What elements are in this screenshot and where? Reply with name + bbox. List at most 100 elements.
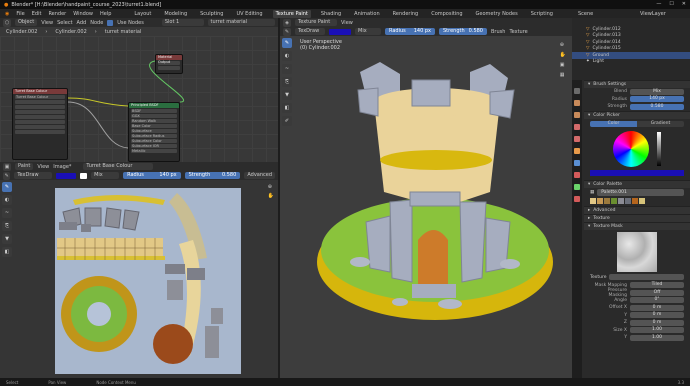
editor-type-icon[interactable]: ▣ [3,162,11,171]
smear-tool-icon[interactable]: ~ [2,208,12,218]
principled-bsdf-node[interactable]: Principled BSDF BSDF GGX Random Walk Bas… [128,102,180,162]
brush-menu[interactable]: Brush [491,29,505,35]
secondary-color-swatch[interactable] [79,172,88,179]
clone-tool-icon[interactable]: ⎘ [282,77,292,87]
bsdf-row[interactable]: Subsurface IOR [131,144,177,148]
color-swatch[interactable] [55,172,76,179]
node-field[interactable] [15,125,65,129]
draw-tool-icon[interactable]: ✎ [282,38,292,48]
strength-field[interactable]: Strength 0.580 [439,28,487,35]
bsdf-row[interactable]: GGX [131,114,177,118]
pan-icon[interactable]: ✋ [560,52,566,58]
close-button[interactable]: ✕ [682,1,686,7]
maximize-button[interactable]: ☐ [669,1,673,7]
brush-dropdown[interactable]: TexDraw [14,172,52,179]
node-field[interactable] [158,66,180,70]
primary-color-bar[interactable] [590,169,684,176]
bsdf-row[interactable]: Metallic [131,149,177,153]
world-tab-icon[interactable] [574,136,580,142]
fill-tool-icon[interactable]: ▼ [282,90,292,100]
minimize-button[interactable]: — [656,1,661,7]
bsdf-row[interactable]: Subsurface [131,129,177,133]
offset-y-field[interactable]: 0 m [630,312,684,319]
menu-add[interactable]: Add [77,20,87,26]
object-tab-icon[interactable] [574,148,580,154]
size-y-field[interactable]: 1.00 [630,334,684,341]
tool-tab-icon[interactable] [574,88,580,94]
blend-dropdown[interactable]: Mix [355,28,381,35]
menu-image[interactable]: Image* [53,164,71,170]
grid-icon[interactable]: ▦ [560,72,566,78]
menu-view[interactable]: View [41,20,53,26]
texture-panel-header[interactable]: ▸ Texture [584,213,690,222]
brush-settings-panel-header[interactable]: ▾ Brush Settings [584,80,690,88]
color-palette-panel-header[interactable]: ▾ Color Palette [584,179,690,188]
texture-paint-mode-dropdown[interactable]: Texture Paint [295,19,337,26]
menu-file[interactable]: File [16,11,24,17]
tab-uv-editing[interactable]: UV Editing [233,10,265,18]
node-field[interactable] [15,115,65,119]
render-tab-icon[interactable] [574,100,580,106]
color-wheel[interactable] [613,130,649,167]
offset-x-field[interactable]: 0 m [630,304,684,311]
tab-texture-paint[interactable]: Texture Paint [272,9,311,18]
image-editor-canvas[interactable]: ✎ ◐ ~ ⎘ ▼ ◧ ⊕ ✋ [0,180,278,378]
palette-swatch[interactable] [625,198,631,204]
menu-node[interactable]: Node [90,20,103,26]
pressure-masking-dropdown[interactable]: Off [630,289,684,296]
palette-name-field[interactable]: Palette.001 [597,189,684,196]
tab-gradient[interactable]: Gradient [637,120,684,127]
mask-tool-icon[interactable]: ◧ [2,247,12,257]
clone-tool-icon[interactable]: ⎘ [2,221,12,231]
slot-dropdown[interactable]: Slot 1 [161,19,204,26]
texture-tab-icon[interactable] [574,196,580,202]
scene-label[interactable]: Scene [578,11,633,17]
mask-tool-icon[interactable]: ◧ [282,103,292,113]
strength-field[interactable]: Strength 0.580 [184,172,241,179]
smear-tool-icon[interactable]: ~ [282,64,292,74]
tab-scripting[interactable]: Scripting [528,10,556,18]
node-image-field[interactable]: Turret Base Colour [15,95,65,99]
tab-rendering[interactable]: Rendering [390,10,422,18]
material-output-node[interactable]: Material Output [155,54,183,74]
view-layer-label[interactable]: ViewLayer [640,11,690,17]
editor-type-icon[interactable]: ⬡ [3,18,11,27]
bsdf-row[interactable]: Base Color [131,124,177,128]
pan-icon[interactable]: ✋ [268,193,274,199]
node-field[interactable] [15,100,65,104]
tab-sculpting[interactable]: Sculpting [197,10,226,18]
zoom-icon[interactable]: ⊕ [560,42,566,48]
blend-dropdown[interactable]: Mix [91,172,120,179]
annotate-tool-icon[interactable]: ✐ [282,116,292,126]
radius-field[interactable]: Radius 140 px [385,28,435,35]
menu-select[interactable]: Select [57,20,72,26]
blender-menu-icon[interactable]: ◉ [5,11,9,17]
tab-modeling[interactable]: Modeling [161,10,190,18]
blend-dropdown[interactable]: Mix [630,88,684,95]
advanced-dropdown[interactable]: Advanced [244,172,276,179]
menu-render[interactable]: Render [48,11,66,17]
use-nodes-checkbox[interactable] [107,19,114,26]
palette-swatch[interactable] [618,198,624,204]
palette-swatch[interactable] [597,198,603,204]
radius-field[interactable]: 140 px [630,96,684,103]
outliner-item[interactable]: ✦ Light [572,59,690,66]
tab-animation[interactable]: Animation [351,10,383,18]
color-swatch[interactable] [329,28,351,35]
node-field[interactable] [15,130,65,134]
camera-icon[interactable]: ▣ [560,62,566,68]
angle-field[interactable]: 0° [630,297,684,304]
value-slider[interactable] [657,131,661,166]
mask-texture-preview[interactable] [617,231,657,272]
menu-view[interactable]: View [37,164,49,170]
soften-tool-icon[interactable]: ◐ [2,195,12,205]
data-tab-icon[interactable] [574,184,580,190]
node-field[interactable] [15,105,65,109]
tab-color[interactable]: Color [590,120,637,127]
tab-geometry-nodes[interactable]: Geometry Nodes [473,10,521,18]
image-name-field[interactable]: Turret Base Colour [83,163,154,170]
paint-mode-dropdown[interactable]: Paint [15,163,34,170]
texture-field[interactable] [609,274,684,280]
scene-tab-icon[interactable] [574,124,580,130]
brush-dropdown[interactable]: TexDraw [295,28,325,35]
